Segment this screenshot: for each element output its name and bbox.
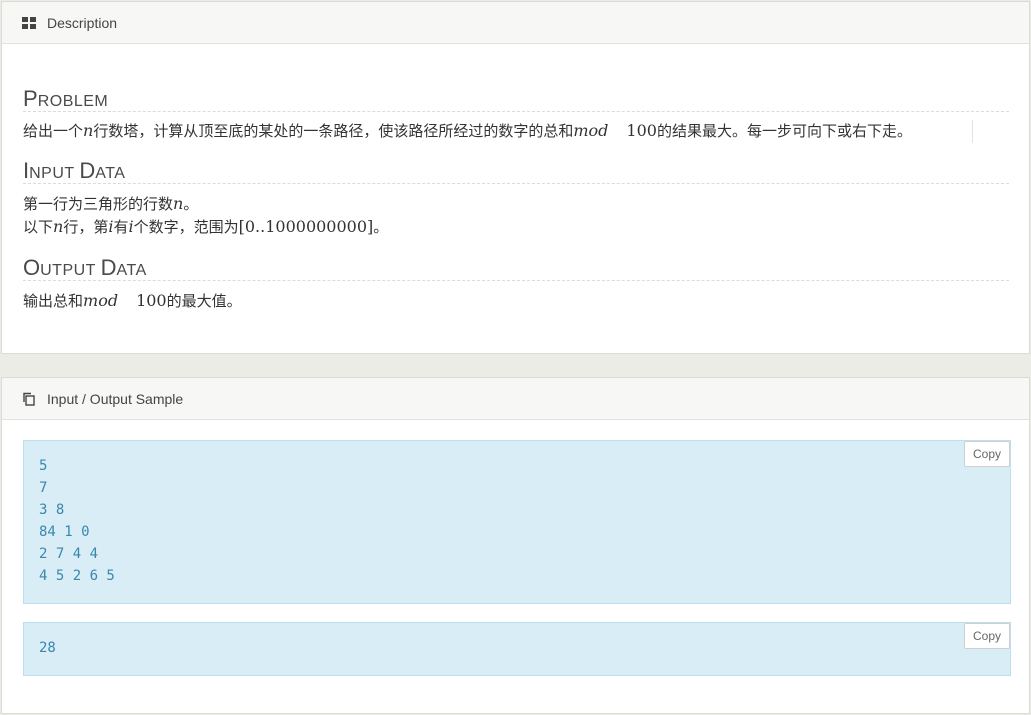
output-sample-box: 28 Copy [23,622,1011,676]
math-var-n: n [83,121,94,140]
input-text-part: 行，第 [63,219,109,236]
input-text-part: 以下 [23,219,54,236]
problem-text-part: 行数塔，计算从顶至底的某处的一条路径，使该路径所经过的数字的总和 [93,123,574,140]
input-text-part: 。 [373,219,389,236]
math-mod: mod [573,121,609,140]
problem-heading-initial: P [23,86,38,111]
copy-icon [22,392,36,406]
input-heading-rest: NPUT [29,165,80,182]
math-mod: mod [83,291,119,310]
output-text-part: 的最大值。 [166,293,242,310]
output-heading-initial: O [23,255,41,280]
problem-heading: PROBLEM [23,86,1009,112]
output-heading-rest: UTPUT [40,262,101,279]
output-sample-text: 28 [39,640,56,656]
description-title: Description [47,14,118,31]
problem-text-part: 给出一个 [23,123,84,140]
description-header: Description [2,2,1029,44]
problem-text-part: 的结果最大。每一步可向下或右下走。 [656,123,912,140]
math-number: 100 [626,121,657,140]
description-panel: Description PROBLEM 给出一个n行数塔，计算从顶至底的某处的一… [1,1,1030,354]
problem-heading-rest: ROBLEM [37,93,109,110]
copy-output-button[interactable]: Copy [963,623,1010,649]
input-text-part: 。 [183,196,199,213]
output-heading-initial-2: D [100,255,117,280]
math-var-n: n [173,194,184,213]
input-data-line-2: 以下n行，第i有i个数字，范围为[0..1000000000]。 [23,216,1008,239]
input-data-line-1: 第一行为三角形的行数n。 [23,193,1008,216]
input-heading-initial-2: D [79,158,96,183]
grid-icon [22,16,36,29]
output-data-text: 输出总和mod 100的最大值。 [23,290,1008,313]
output-data-heading: OUTPUT DATA [23,255,1009,281]
math-number: 100 [136,291,167,310]
problem-text: 给出一个n行数塔，计算从顶至底的某处的一条路径，使该路径所经过的数字的总和mod… [23,120,973,143]
output-heading-rest-2: ATA [116,262,147,279]
input-text-part: 个数字，范围为 [133,219,239,236]
math-range: [0..1000000000] [238,217,374,236]
input-data-heading: INPUT DATA [23,158,1009,184]
sample-title: Input / Output Sample [47,390,184,407]
input-sample-text: 5 7 3 8 84 1 0 2 7 4 4 4 5 2 6 5 [39,458,115,584]
sample-header: Input / Output Sample [2,378,1029,420]
input-text-part: 有 [113,219,129,236]
sample-panel: Input / Output Sample 5 7 3 8 84 1 0 2 7… [1,377,1030,714]
input-text-part: 第一行为三角形的行数 [23,196,174,213]
input-sample-box: 5 7 3 8 84 1 0 2 7 4 4 4 5 2 6 5 Copy [23,440,1011,604]
output-text-part: 输出总和 [23,293,84,310]
copy-input-button[interactable]: Copy [963,441,1010,467]
math-var-n: n [53,217,64,236]
input-heading-rest-2: ATA [95,165,126,182]
